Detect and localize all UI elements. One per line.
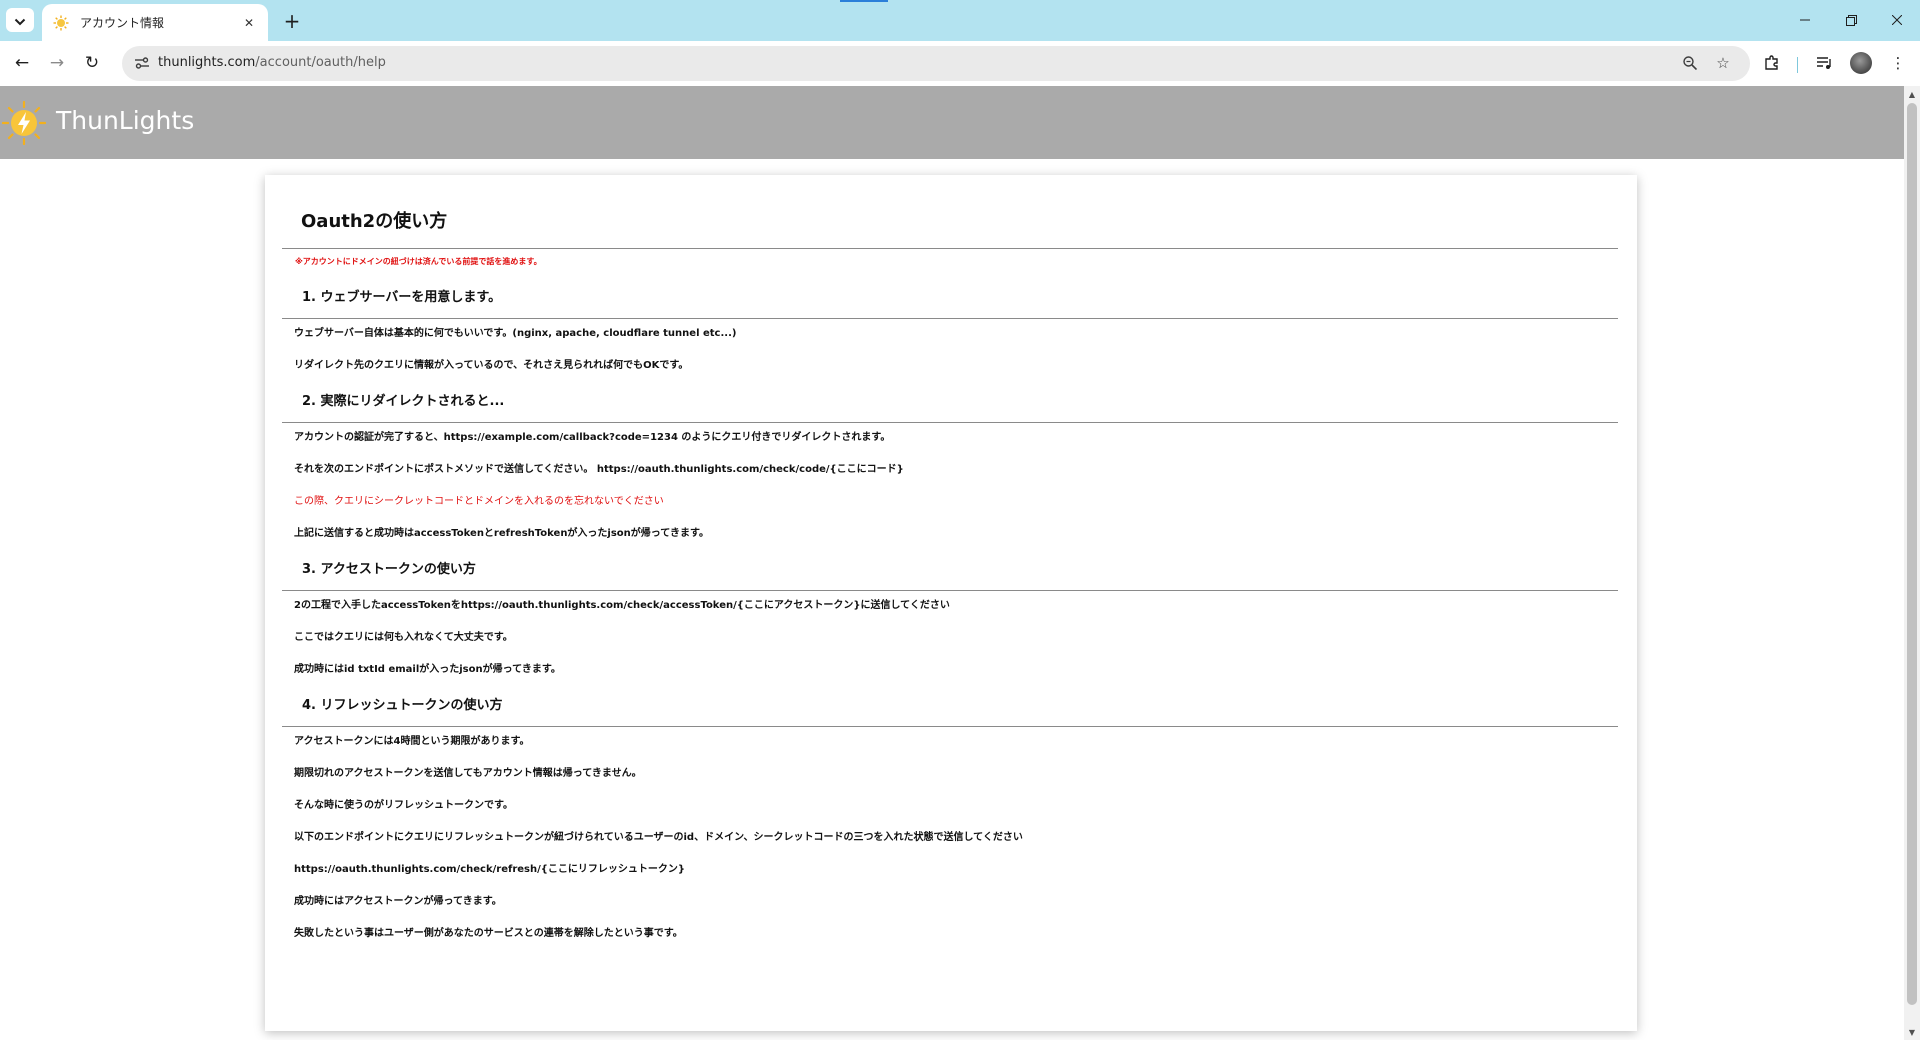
url-host: thunlights.com bbox=[158, 55, 256, 70]
section-2-paragraph: 上記に送信すると成功時はaccessTokenとrefreshTokenが入った… bbox=[294, 528, 710, 539]
media-icon[interactable] bbox=[1813, 51, 1837, 75]
scroll-up-icon[interactable]: ▲ bbox=[1904, 86, 1920, 102]
section-4-heading: 4. リフレッシュトークンの使い方 bbox=[302, 698, 503, 713]
divider bbox=[282, 422, 1618, 423]
section-1-paragraph: ウェブサーバー自体は基本的に何でもいいです。(nginx, apache, cl… bbox=[294, 328, 737, 339]
window-close-icon[interactable] bbox=[1874, 0, 1920, 40]
site-info-icon[interactable] bbox=[130, 51, 154, 75]
prerequisite-note: ※アカウントにドメインの紐づけは済んでいる前提で話を進めます。 bbox=[295, 257, 542, 266]
section-2-heading: 2. 実際にリダイレクトされると... bbox=[302, 394, 505, 409]
section-3-paragraph: 成功時にはid txtId emailが入ったjsonが帰ってきます。 bbox=[294, 664, 561, 675]
scrollbar-thumb[interactable] bbox=[1907, 103, 1917, 1005]
site-header: ThunLights bbox=[0, 86, 1904, 159]
divider bbox=[282, 318, 1618, 319]
section-4-paragraph: 成功時にはアクセストークンが帰ってきます。 bbox=[294, 896, 502, 907]
divider bbox=[282, 726, 1618, 727]
extensions-icon[interactable] bbox=[1760, 51, 1784, 75]
tab-strip: アカウント情報 ✕ + bbox=[0, 0, 1920, 41]
thunlights-logo[interactable] bbox=[2, 101, 46, 145]
page-scrollbar[interactable]: ▲ ▼ bbox=[1904, 86, 1920, 1040]
section-3-paragraph: ここではクエリには何も入れなくて大丈夫です。 bbox=[294, 632, 513, 643]
section-3-heading: 3. アクセストークンの使い方 bbox=[302, 562, 476, 577]
section-4-paragraph: https://oauth.thunlights.com/check/refre… bbox=[294, 864, 686, 875]
help-content: Oauth2の使い方 ※アカウントにドメインの紐づけは済んでいる前提で話を進めま… bbox=[282, 175, 1618, 939]
close-icon[interactable]: ✕ bbox=[240, 14, 258, 32]
tab-title: アカウント情報 bbox=[80, 16, 165, 30]
browser-toolbar: ← → ↻ thunlights.com/account/oauth/help … bbox=[0, 41, 1920, 86]
tab-list-button[interactable] bbox=[6, 8, 34, 32]
page-title: Oauth2の使い方 bbox=[301, 211, 448, 232]
section-1-paragraph: リダイレクト先のクエリに情報が入っているので、それさえ見られれば何でもOKです。 bbox=[294, 360, 689, 371]
divider bbox=[282, 590, 1618, 591]
page-viewport: ThunLights Oauth2の使い方 ※アカウントにドメインの紐づけは済ん… bbox=[0, 86, 1904, 1040]
sun-favicon-icon bbox=[52, 14, 70, 32]
scroll-down-icon[interactable]: ▼ bbox=[1904, 1024, 1920, 1040]
star-icon[interactable]: ☆ bbox=[1711, 51, 1735, 75]
section-4-paragraph: 失敗したという事はユーザー側があなたのサービスとの連帯を解除したという事です。 bbox=[294, 928, 683, 939]
url-path: /account/oauth/help bbox=[255, 55, 386, 70]
divider bbox=[282, 248, 1618, 249]
url-text[interactable]: thunlights.com/account/oauth/help bbox=[158, 55, 386, 70]
restore-icon[interactable] bbox=[1828, 0, 1874, 40]
site-name[interactable]: ThunLights bbox=[56, 106, 194, 135]
section-4-paragraph: そんな時に使うのがリフレッシュトークンです。 bbox=[294, 800, 513, 811]
help-card: Oauth2の使い方 ※アカウントにドメインの紐づけは済んでいる前提で話を進めま… bbox=[265, 175, 1637, 1031]
forward-icon[interactable]: → bbox=[43, 49, 71, 77]
section-4-paragraph: 期限切れのアクセストークンを送信してもアカウント情報は帰ってきません。 bbox=[294, 768, 642, 779]
section-1-heading: 1. ウェブサーバーを用意します。 bbox=[302, 290, 502, 305]
address-bar[interactable]: thunlights.com/account/oauth/help ☆ bbox=[122, 46, 1750, 81]
minimize-icon[interactable] bbox=[1782, 0, 1828, 40]
section-4-paragraph: 以下のエンドポイントにクエリにリフレッシュトークンが紐づけられているユーザーのi… bbox=[294, 832, 1023, 843]
zoom-icon[interactable] bbox=[1678, 51, 1702, 75]
warning-text: この際、クエリにシークレットコードとドメインを入れるのを忘れないでください bbox=[294, 496, 664, 507]
toolbar-divider bbox=[1797, 57, 1798, 73]
tab-active[interactable]: アカウント情報 ✕ bbox=[42, 4, 268, 41]
drag-indicator bbox=[840, 0, 888, 2]
section-2-paragraph: アカウントの認証が完了すると、https://example.com/callb… bbox=[294, 432, 891, 443]
menu-icon[interactable]: ⋮ bbox=[1886, 51, 1910, 75]
section-4-paragraph: アクセストークンには4時間という期限があります。 bbox=[294, 736, 530, 747]
reload-icon[interactable]: ↻ bbox=[78, 49, 106, 77]
section-3-paragraph: 2の工程で入手したaccessTokenをhttps://oauth.thunl… bbox=[294, 600, 950, 611]
avatar[interactable] bbox=[1850, 52, 1872, 74]
back-icon[interactable]: ← bbox=[8, 49, 36, 77]
chevron-down-icon bbox=[14, 11, 26, 30]
plus-icon[interactable]: + bbox=[280, 9, 304, 33]
section-2-paragraph: それを次のエンドポイントにポストメソッドで送信してください。 https://o… bbox=[294, 464, 904, 475]
